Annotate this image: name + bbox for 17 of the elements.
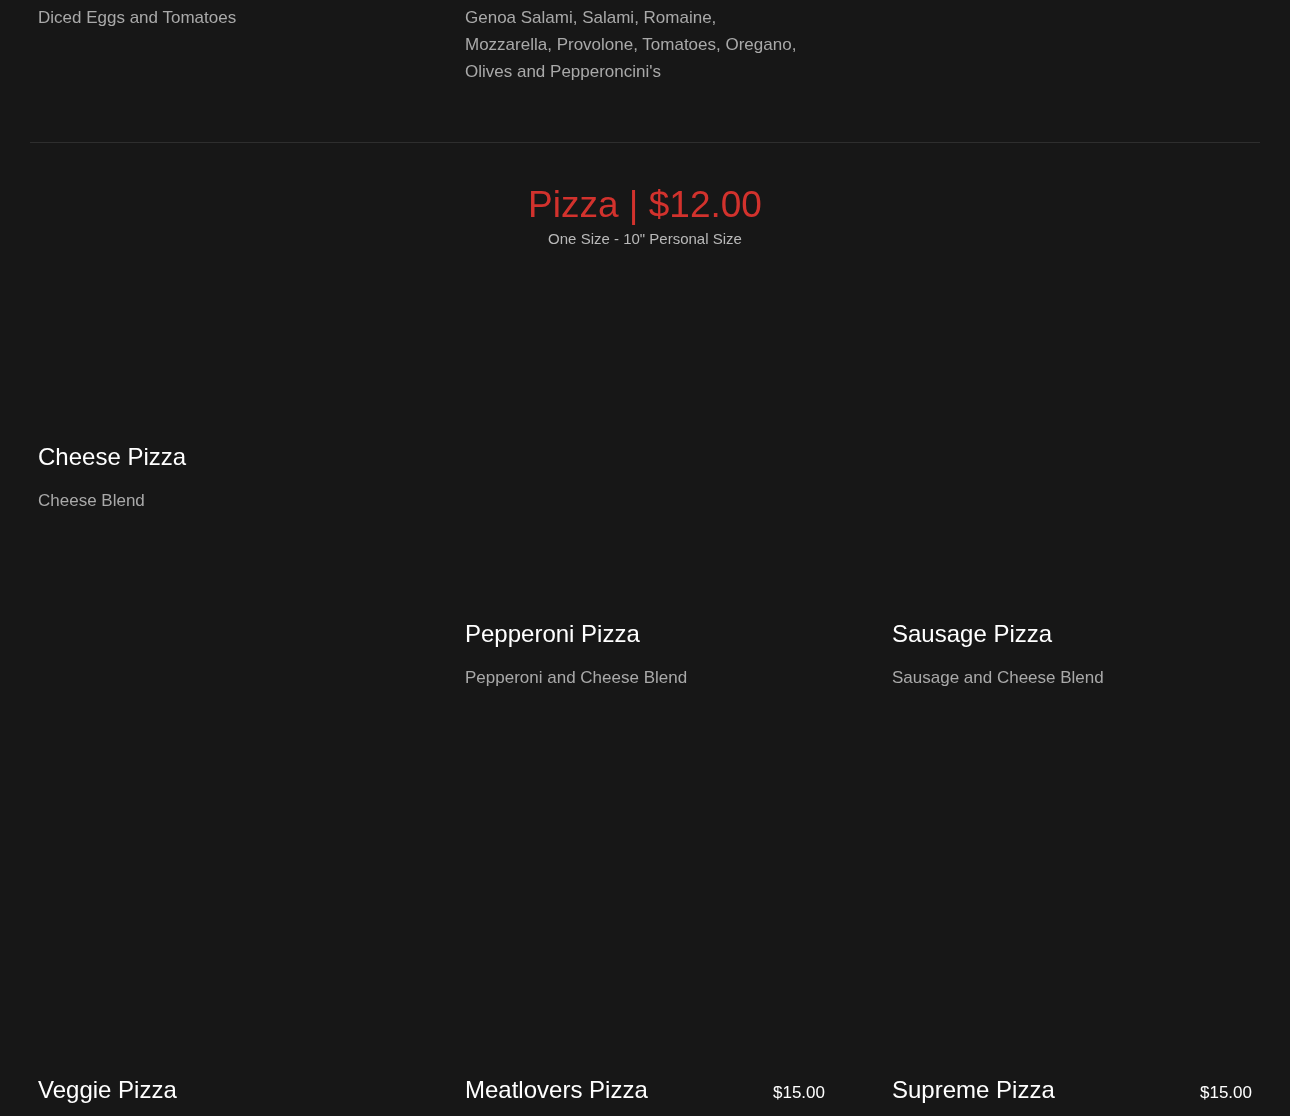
item-name: Veggie Pizza bbox=[38, 1075, 177, 1104]
item-price: $15.00 bbox=[1200, 1082, 1252, 1104]
description-line: Genoa Salami, Salami, Romaine, bbox=[465, 7, 718, 29]
item-description: Diced Eggs and Tomatoes bbox=[38, 7, 238, 29]
item-name: Cheese Pizza bbox=[38, 442, 187, 471]
item-name: Supreme Pizza bbox=[892, 1075, 1055, 1104]
item-name: Sausage Pizza bbox=[892, 619, 1053, 648]
item-name: Pepperoni Pizza bbox=[465, 619, 640, 648]
item-description: Cheese Blend bbox=[38, 490, 146, 512]
section-subtitle: One Size - 10" Personal Size bbox=[547, 229, 743, 249]
item-description: Pepperoni and Cheese Blend bbox=[465, 667, 689, 689]
item-price: $15.00 bbox=[773, 1082, 825, 1104]
item-name: Meatlovers Pizza bbox=[465, 1075, 648, 1104]
description-line: Olives and Pepperoncini's bbox=[465, 61, 663, 83]
description-line: Mozzarella, Provolone, Tomatoes, Oregano, bbox=[465, 34, 798, 56]
section-title: Pizza | $12.00 bbox=[527, 183, 763, 227]
item-description: Sausage and Cheese Blend bbox=[892, 667, 1105, 689]
